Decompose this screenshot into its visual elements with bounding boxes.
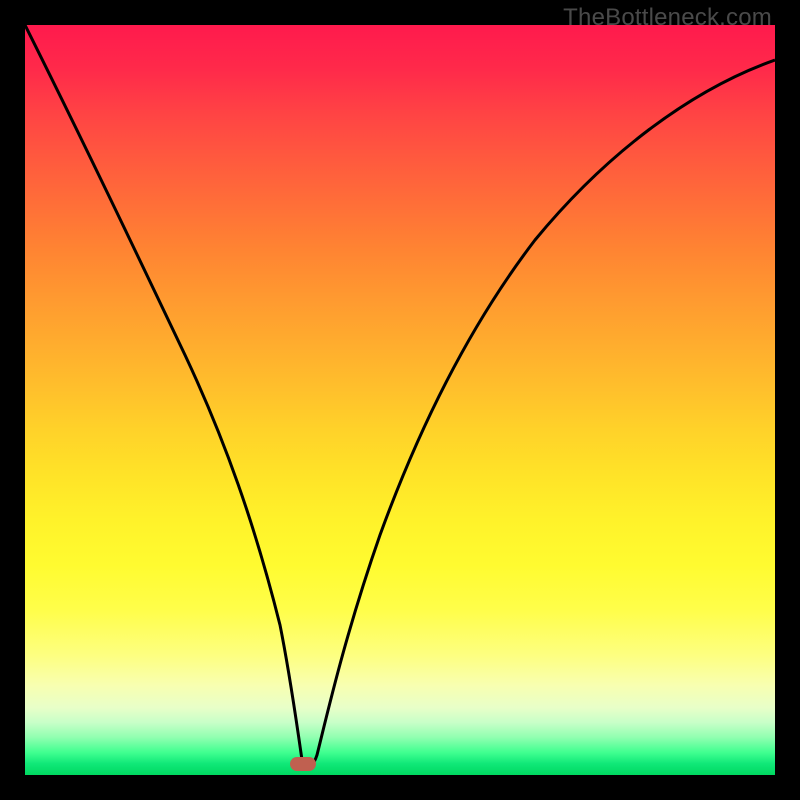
- curve-svg: [25, 25, 775, 775]
- plot-area: [25, 25, 775, 775]
- bottleneck-curve: [25, 25, 775, 767]
- optimum-marker: [290, 757, 316, 771]
- watermark-text: TheBottleneck.com: [563, 4, 772, 32]
- chart-frame: TheBottleneck.com: [0, 0, 800, 800]
